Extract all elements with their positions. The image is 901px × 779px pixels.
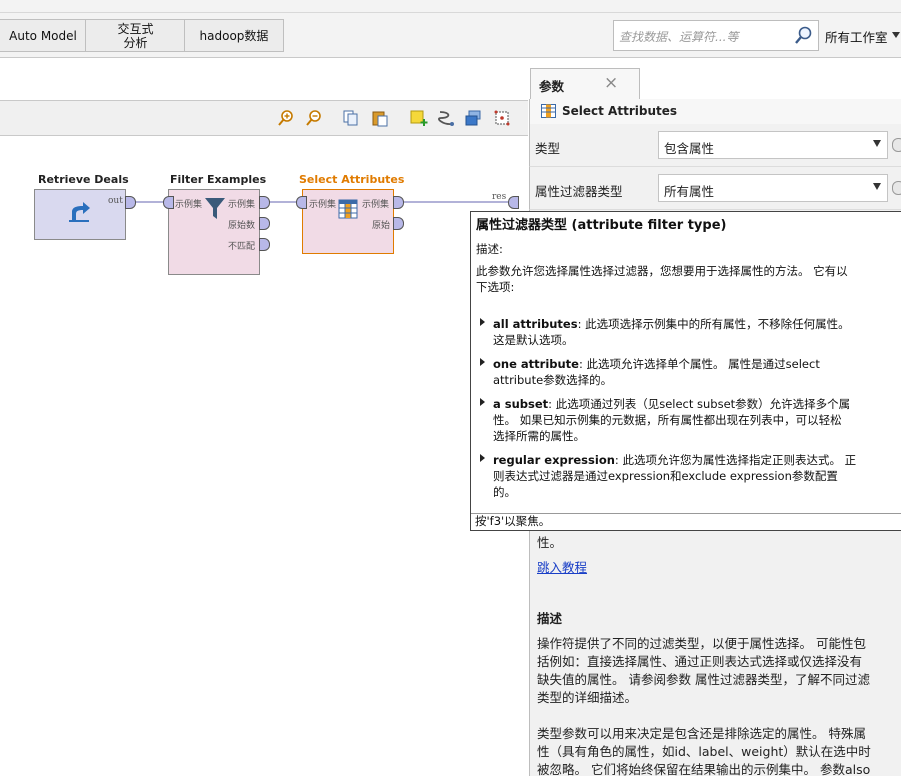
info-icon[interactable] [892, 181, 901, 195]
auto-wire-icon[interactable] [437, 109, 455, 127]
workspace-label: 所有工作室 [825, 30, 888, 45]
port-label-original: 原始 [372, 221, 391, 231]
operator-title: Select Attributes [562, 104, 678, 118]
info-icon[interactable] [892, 138, 901, 152]
port-label-unmatched: 不匹配 [228, 242, 256, 252]
help-text: 括例如：直接选择属性、通过正则表达式选择或仅选择没有 [537, 654, 863, 669]
chevron-down-icon [873, 140, 881, 147]
help-pane: 性。 跳入教程 描述 操作符提供了不同的过滤类型，以便于属性选择。 可能性包 括… [529, 508, 901, 777]
port-label-out: 示例集 [362, 200, 390, 210]
tooltip-text: 选择所需的属性。 [493, 429, 585, 443]
filter-examples-label: Filter Examples [170, 173, 267, 186]
tooltip-text: 的。 [493, 485, 516, 499]
bullet-icon [480, 454, 485, 462]
process-toolbar [0, 100, 528, 136]
output-port[interactable] [393, 196, 404, 209]
bullet-icon [480, 318, 485, 326]
port-label-in: 示例集 [175, 200, 203, 210]
filter-examples-operator[interactable]: 示例集 示例集 原始数 不匹配 [168, 189, 260, 275]
auto-model-button[interactable]: Auto Model [0, 19, 87, 52]
zoom-in-icon[interactable] [277, 109, 295, 127]
retrieve-deals-operator[interactable]: out [34, 189, 126, 240]
help-text: 缺失值的属性。 请参阅参数 属性过滤器类型，了解不同过滤 [537, 672, 870, 687]
chevron-down-icon [892, 32, 900, 38]
tutorial-link[interactable]: 跳入教程 [537, 559, 587, 577]
tooltip-title: 属性过滤器类型 (attribute filter type) [476, 218, 727, 233]
help-text: 类型参数可以用来决定是包含还是排除选定的属性。 特殊属 [537, 726, 866, 741]
param-row-filter-type: 属性过滤器类型 所有属性 [529, 167, 901, 210]
help-text: 操作符提供了不同的过滤类型，以便于属性选择。 可能性包 [537, 636, 866, 651]
result-port-label: res [492, 192, 507, 202]
chevron-down-icon [873, 183, 881, 190]
add-note-icon[interactable] [410, 109, 428, 127]
paste-icon[interactable] [371, 109, 389, 127]
result-port[interactable] [508, 196, 519, 209]
tooltip-text: 下选项: [476, 280, 515, 294]
retrieve-deals-label: Retrieve Deals [38, 173, 129, 186]
port-label-out: 示例集 [228, 200, 256, 210]
help-text: 性。 [537, 535, 563, 550]
attribute-filter-type-select[interactable]: 所有属性 [658, 174, 888, 202]
bullet-icon [480, 358, 485, 366]
tooltip-text: 此参数允许您选择属性选择过滤器，您想要用于选择属性的方法。 它有以 [476, 264, 848, 278]
close-icon[interactable]: × [604, 73, 618, 93]
select-attributes-operator[interactable]: 示例集 示例集 原始 [302, 189, 394, 254]
tooltip-text: 这是默认选项。 [493, 333, 574, 347]
type-select[interactable]: 包含属性 [658, 131, 888, 159]
output-port[interactable] [393, 217, 404, 230]
tab-parameters[interactable]: 参数 × [530, 68, 640, 100]
output-port[interactable] [259, 217, 270, 230]
param-header: Select Attributes [529, 99, 901, 124]
output-port[interactable] [125, 196, 136, 209]
zoom-out-icon[interactable] [305, 109, 323, 127]
retrieve-icon [69, 202, 90, 222]
filter-icon [205, 198, 225, 219]
param-row-type: 类型 包含属性 [529, 124, 901, 167]
param-label: 属性过滤器类型 [535, 184, 623, 199]
workspace-select[interactable]: 所有工作室 [818, 20, 901, 49]
search-input[interactable]: 查找数据、运算符...等 [613, 20, 819, 51]
description-heading: 描述 [537, 611, 563, 626]
top-toolbar: Auto Model 交互式 分析 hadoop数据 查找数据、运算符...等 … [0, 0, 901, 58]
table-icon [338, 199, 358, 219]
table-icon [541, 104, 556, 118]
param-label: 类型 [535, 141, 561, 156]
tab-label: 参数 [539, 79, 565, 94]
search-icon[interactable] [794, 25, 814, 45]
select-attributes-label: Select Attributes [299, 173, 405, 186]
port-label-in: 示例集 [309, 200, 337, 210]
copy-icon[interactable] [342, 109, 360, 127]
interactive-analysis-button[interactable]: 交互式 分析 [85, 19, 186, 52]
help-text: 被忽略。 它们将始终保留在结果输出的示例集中。 参数also [537, 762, 871, 777]
tooltip-text: 性。 如果已知示例集的元数据，所有属性都出现在列表中，可以轻松 [493, 413, 842, 427]
tooltip-footer: 按'f3'以聚焦。 [475, 514, 551, 528]
port-label-original: 原始数 [228, 221, 256, 231]
help-text: 性（具有角色的属性，如id、label、weight）默认在选中时 [537, 744, 871, 759]
input-port[interactable] [163, 196, 174, 209]
fit-view-icon[interactable] [493, 109, 511, 127]
port-label-out: out [108, 196, 123, 206]
attribute-filter-tooltip: 属性过滤器类型 (attribute filter type) 描述: 此参数允… [470, 211, 901, 531]
output-port[interactable] [259, 238, 270, 251]
hadoop-data-button[interactable]: hadoop数据 [184, 19, 284, 52]
output-port[interactable] [259, 196, 270, 209]
arrange-icon[interactable] [464, 109, 482, 127]
tooltip-desc-label: 描述: [476, 242, 503, 256]
tooltip-text: 则表达式过滤器是通过expression和exclude expression参… [493, 469, 838, 483]
search-placeholder: 查找数据、运算符...等 [619, 30, 739, 44]
tooltip-text: attribute参数选择的。 [493, 373, 613, 387]
input-port[interactable] [296, 196, 307, 209]
bullet-icon [480, 398, 485, 406]
help-text: 类型的详细描述。 [537, 690, 638, 705]
